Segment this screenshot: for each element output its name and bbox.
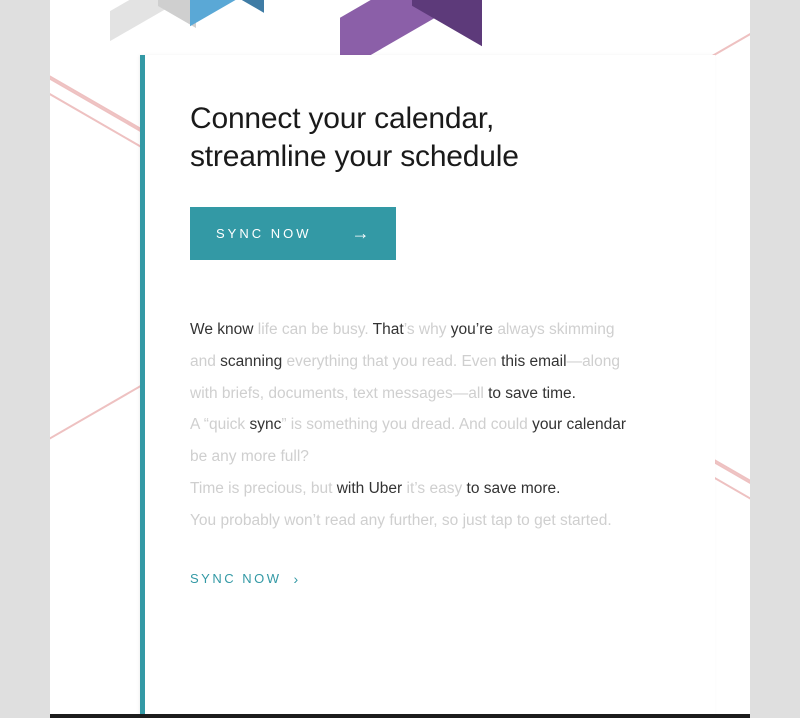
page-heading: Connect your calendar, streamline your s…	[190, 100, 670, 175]
footer-sliver	[50, 714, 750, 718]
emphasized-text: That	[373, 321, 404, 338]
emphasized-text: you’re	[451, 321, 498, 338]
faded-text: be any more full?	[190, 448, 309, 465]
faded-text: life can be busy.	[258, 321, 373, 338]
emphasized-text: We know	[190, 321, 258, 338]
faded-text: Time is precious, but	[190, 480, 337, 497]
emphasized-text: sync	[249, 416, 281, 433]
heading-line-2: streamline your schedule	[190, 140, 519, 173]
email-page: Connect your calendar, streamline your s…	[50, 0, 750, 718]
faded-text: everything that you read. Even	[287, 353, 502, 370]
arrow-right-icon: →	[352, 223, 370, 244]
faded-text: ” is something you dread. And could	[281, 416, 532, 433]
faded-text: A “quick	[190, 416, 249, 433]
heading-line-1: Connect your calendar,	[190, 102, 494, 135]
sync-now-button[interactable]: SYNC NOW →	[190, 207, 396, 260]
faded-text: You probably won’t read any further, so …	[190, 512, 612, 529]
emphasized-text: with Uber	[337, 480, 407, 497]
sync-now-button-label: SYNC NOW	[216, 226, 312, 241]
iso-block-blue	[190, 0, 260, 20]
content-card: Connect your calendar, streamline your s…	[140, 55, 715, 718]
sync-now-link-label: SYNC NOW	[190, 571, 282, 586]
emphasized-text: to save more.	[467, 480, 561, 497]
emphasized-text: your calendar	[532, 416, 626, 433]
emphasized-text: scanning	[220, 353, 286, 370]
body-copy: We know life can be busy. That’s why you…	[190, 314, 640, 536]
faded-text: it’s easy	[407, 480, 467, 497]
emphasized-text: this email	[501, 353, 566, 370]
iso-block-purple	[340, 0, 460, 55]
iso-block-gray	[110, 0, 190, 35]
faded-text: ’s why	[404, 321, 451, 338]
chevron-right-icon: ›	[294, 571, 301, 587]
emphasized-text: to save time.	[488, 385, 576, 402]
sync-now-link[interactable]: SYNC NOW ›	[190, 571, 301, 587]
